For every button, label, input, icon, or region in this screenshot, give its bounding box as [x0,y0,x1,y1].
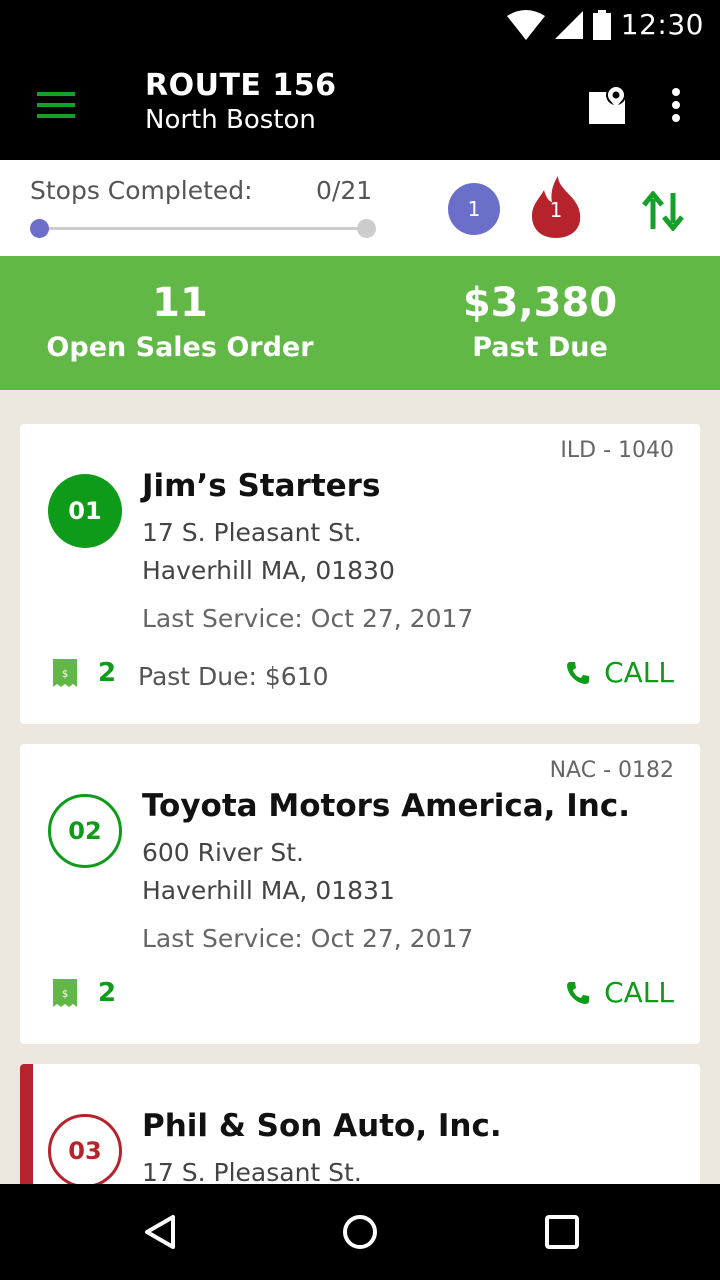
recents-button[interactable] [536,1206,588,1258]
stops-completed-label: Stops Completed: [30,176,253,205]
swap-vert-icon [642,191,684,231]
wifi-icon [506,9,545,40]
svg-text:$: $ [62,669,68,680]
stop-number: 02 [48,794,122,868]
stop-number: 03 [48,1114,122,1184]
call-label: CALL [604,976,674,1009]
route-title: ROUTE 156 [145,68,337,103]
past-due-value: $3,380 [462,280,618,326]
receipt-icon: $ [53,979,77,1007]
stops-completed-count: 0/21 [316,176,373,205]
open-sales-order-summary[interactable]: 11 Open Sales Order [0,256,360,363]
overdue-indicator [20,1064,33,1184]
app-bar: ROUTE 156 North Boston [0,50,720,160]
battery-icon [592,9,611,40]
stop-card[interactable]: NAC - 0182 02 Toyota Motors America, Inc… [20,744,700,1044]
stop-code: ILD - 1040 [560,438,674,463]
past-due-amount: Past Due: $610 [138,662,329,691]
open-sales-order-value: 11 [152,280,208,326]
last-service: Last Service: Oct 27, 2017 [142,604,474,633]
receipt-count: 2 [98,978,117,1008]
stop-address-line1: 17 S. Pleasant St. [142,518,362,547]
hamburger-icon [37,92,75,118]
home-button[interactable] [334,1206,386,1258]
receipt-icon: $ [53,659,77,687]
more-options-button[interactable] [656,80,696,130]
menu-button[interactable] [30,80,82,130]
signal-icon [554,10,583,39]
progress-start-dot [30,219,49,238]
stop-address-line2: Haverhill MA, 01831 [142,876,395,905]
status-bar: 12:30 [0,0,720,50]
alert-count: 1 [549,198,563,222]
notification-badge[interactable]: 1 [448,183,500,235]
stop-address-line1: 600 River St. [142,838,304,867]
more-vert-icon [672,88,680,122]
recents-icon [545,1215,579,1249]
home-icon [343,1215,377,1249]
summary-banner: 11 Open Sales Order $3,380 Past Due [0,256,720,390]
stop-code: NAC - 0182 [549,758,674,783]
back-icon [145,1215,175,1249]
last-service: Last Service: Oct 27, 2017 [142,924,474,953]
stop-name: Phil & Son Auto, Inc. [142,1108,502,1144]
stop-address-line1: 17 S. Pleasant St. [142,1158,362,1184]
receipt-count: 2 [98,658,117,688]
system-nav-bar [0,1184,720,1280]
open-sales-order-label: Open Sales Order [46,332,314,363]
back-button[interactable] [134,1206,186,1258]
call-button[interactable]: CALL [566,656,674,689]
map-button[interactable] [582,80,632,130]
stops-progress-panel: Stops Completed: 0/21 1 1 [0,160,720,256]
stop-card[interactable]: ILD - 1040 01 Jim’s Starters 17 S. Pleas… [20,424,700,724]
clock-time: 12:30 [620,8,704,41]
svg-text:$: $ [62,989,68,1000]
route-subtitle: North Boston [145,105,316,135]
progress-end-dot [357,219,376,238]
map-pin-icon [589,85,626,124]
stop-number: 01 [48,474,122,548]
call-button[interactable]: CALL [566,976,674,1009]
stop-name: Toyota Motors America, Inc. [142,788,631,824]
call-label: CALL [604,656,674,689]
sync-button[interactable] [636,186,690,236]
past-due-label: Past Due [472,332,608,363]
phone-icon [567,981,590,1004]
stop-card[interactable]: 03 Phil & Son Auto, Inc. 17 S. Pleasant … [20,1064,700,1184]
stop-name: Jim’s Starters [142,468,381,504]
phone-icon [567,661,590,684]
progress-track [38,227,368,230]
stop-address-line2: Haverhill MA, 01830 [142,556,395,585]
past-due-summary[interactable]: $3,380 Past Due [360,256,720,363]
